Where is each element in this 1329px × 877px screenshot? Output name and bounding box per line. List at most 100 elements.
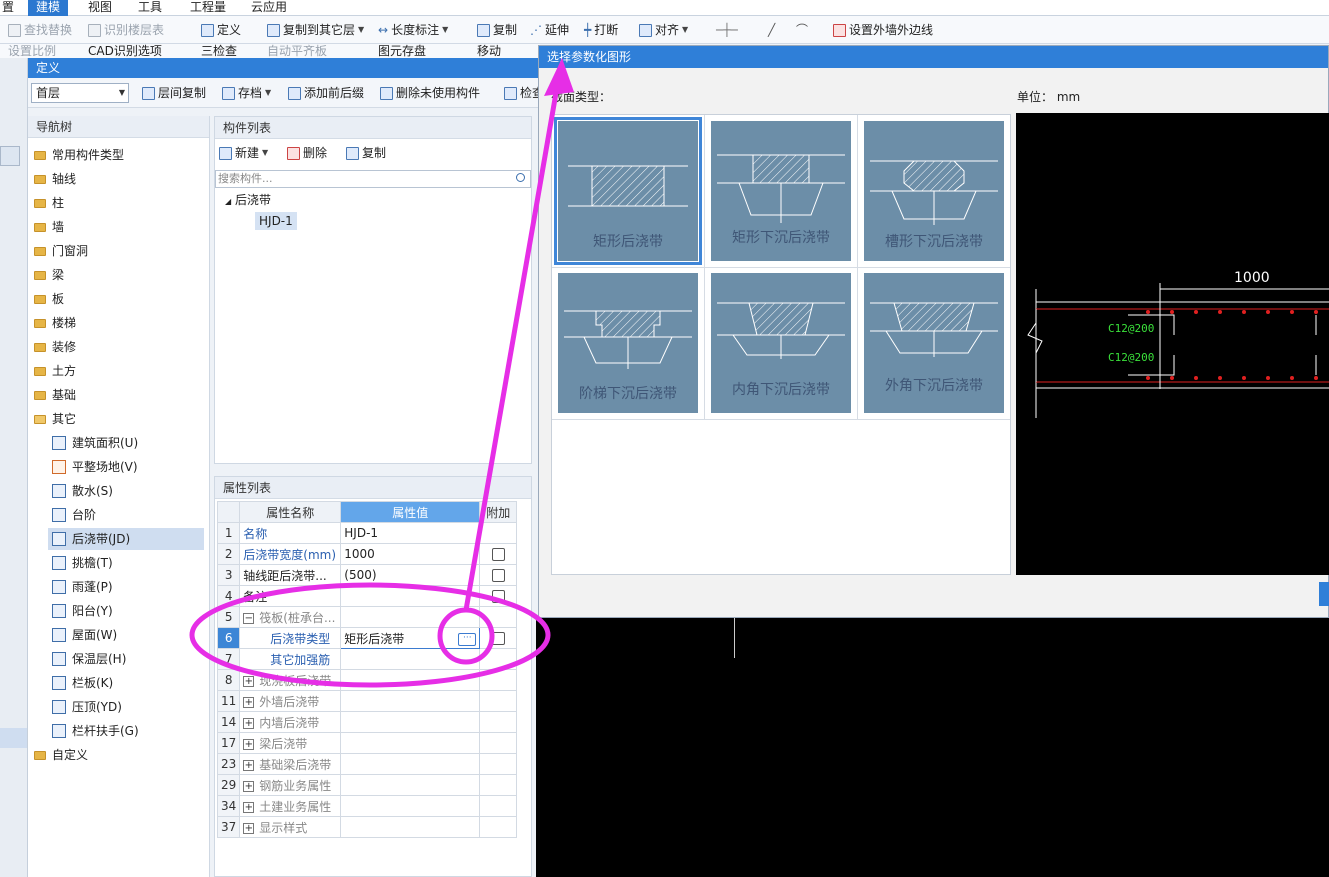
drawing-canvas[interactable]	[536, 618, 1329, 877]
menu-item-settings[interactable]: 置	[0, 0, 22, 16]
side-tab[interactable]	[0, 146, 20, 166]
table-row[interactable]: 37 + 显示样式	[216, 816, 518, 838]
table-row[interactable]: 2 后浇带宽度(mm) 1000	[216, 543, 518, 565]
nav-item-insulation[interactable]: 保温层(H)	[52, 648, 126, 670]
expand-icon[interactable]: +	[243, 822, 255, 834]
side-tab-selected[interactable]	[0, 728, 27, 748]
shape-option-step-sunk[interactable]: 阶梯下沉后浇带	[558, 273, 698, 413]
nav-folder-slab[interactable]: 板	[34, 288, 64, 310]
menu-item-quantity[interactable]: 工程量	[182, 0, 234, 16]
table-row[interactable]: 11 + 外墙后浇带	[216, 690, 518, 712]
confirm-button[interactable]	[1319, 582, 1329, 606]
align-button[interactable]: 对齐 ▼	[639, 21, 688, 39]
nav-folder-beam[interactable]: 梁	[34, 264, 64, 286]
move-button[interactable]: 移动	[477, 44, 501, 58]
copy-button[interactable]: 复制	[477, 21, 517, 39]
expand-icon[interactable]: +	[243, 780, 255, 792]
find-replace-button[interactable]: 查找替换	[8, 21, 72, 39]
nav-item-railing[interactable]: 栏杆扶手(G)	[52, 720, 139, 742]
nav-item-apron[interactable]: 散水(S)	[52, 480, 113, 502]
shape-option-rect[interactable]: 矩形后浇带	[554, 117, 702, 265]
check-button[interactable]: 三检查	[201, 44, 237, 58]
copy-to-other-floor-button[interactable]: 复制到其它层 ▼	[267, 21, 364, 39]
delete-unused-button[interactable]: 删除未使用构件	[380, 84, 480, 102]
nav-item-coping[interactable]: 压顶(YD)	[52, 696, 122, 718]
component-search-input[interactable]: 搜索构件...	[215, 170, 531, 188]
expand-icon[interactable]: +	[243, 801, 255, 813]
nav-folder-custom[interactable]: 自定义	[34, 744, 88, 766]
table-row[interactable]: 4 备注	[216, 585, 518, 607]
arc-tool-button[interactable]: ⌒	[796, 21, 808, 39]
nav-folder-other[interactable]: 其它	[34, 408, 76, 430]
save-element-button[interactable]: 图元存盘	[378, 44, 426, 58]
floor-copy-button[interactable]: 层间复制	[142, 84, 206, 102]
length-dimension-button[interactable]: ↔ 长度标注 ▼	[378, 21, 448, 39]
menu-item-cloud[interactable]: 云应用	[243, 0, 295, 16]
cad-options-button[interactable]: CAD识别选项	[88, 44, 162, 58]
recognize-floor-table-button[interactable]: 识别楼层表	[88, 21, 164, 39]
expand-icon[interactable]: +	[243, 675, 255, 687]
new-component-button[interactable]: 新建 ▼	[219, 144, 268, 162]
nav-item-building-area[interactable]: 建筑面积(U)	[52, 432, 138, 454]
add-prefix-suffix-button[interactable]: 添加前后缀	[288, 84, 364, 102]
collapse-icon[interactable]: −	[243, 612, 255, 624]
tree-group-post-pour-strip[interactable]: ◢ 后浇带	[225, 191, 271, 209]
nav-folder-stairs[interactable]: 楼梯	[34, 312, 76, 334]
nav-folder-decoration[interactable]: 装修	[34, 336, 76, 358]
value-cell[interactable]: 1000	[340, 543, 481, 565]
value-cell[interactable]: (500)	[340, 564, 481, 586]
nav-folder-column[interactable]: 柱	[34, 192, 64, 214]
point-tool-button[interactable]: ─┼─	[716, 21, 738, 39]
value-cell[interactable]	[340, 585, 481, 607]
nav-item-balcony[interactable]: 阳台(Y)	[52, 600, 113, 622]
tree-item-hjd-1[interactable]: HJD-1	[255, 212, 297, 230]
shape-option-rect-sunk[interactable]: 矩形下沉后浇带	[711, 121, 851, 261]
table-row[interactable]: 34 + 土建业务属性	[216, 795, 518, 817]
nav-folder-openings[interactable]: 门窗洞	[34, 240, 88, 262]
attach-checkbox[interactable]	[491, 632, 505, 645]
set-outer-wall-edge-button[interactable]: 设置外墙外边线	[833, 21, 933, 39]
table-row[interactable]: 5 − 筏板(桩承台...	[216, 606, 518, 628]
menu-item-tools[interactable]: 工具	[130, 0, 170, 16]
menu-item-view[interactable]: 视图	[80, 0, 120, 16]
line-tool-button[interactable]: ╱	[768, 21, 775, 39]
table-row[interactable]: 7 其它加强筋	[216, 648, 518, 670]
table-row[interactable]: 29 + 钢筋业务属性	[216, 774, 518, 796]
extend-button[interactable]: ⋰ 延伸	[530, 21, 569, 39]
table-row[interactable]: 1 名称 HJD-1	[216, 522, 518, 544]
save-archive-button[interactable]: 存档 ▼	[222, 84, 271, 102]
attach-checkbox[interactable]	[491, 590, 505, 603]
set-scale-button[interactable]: 设置比例	[8, 44, 56, 58]
post-pour-type-field[interactable]: 矩形后浇带 ···	[340, 627, 481, 649]
shape-option-groove-sunk[interactable]: 槽形下沉后浇带	[864, 121, 1004, 261]
expand-icon[interactable]: +	[243, 696, 255, 708]
break-button[interactable]: ┿ 打断	[584, 21, 618, 39]
shape-option-outer-corner-sunk[interactable]: 外角下沉后浇带	[864, 273, 1004, 413]
table-row[interactable]: 3 轴线距后浇带... (500)	[216, 564, 518, 586]
table-row[interactable]: 23 + 基础梁后浇带	[216, 753, 518, 775]
nav-item-roof[interactable]: 屋面(W)	[52, 624, 117, 646]
ellipsis-button[interactable]: ···	[458, 632, 477, 646]
table-row[interactable]: 8 + 现浇板后浇带	[216, 669, 518, 691]
value-cell[interactable]: HJD-1	[340, 522, 481, 544]
shape-option-inner-corner-sunk[interactable]: 内角下沉后浇带	[711, 273, 851, 413]
floor-select[interactable]: 首层 ▼	[31, 83, 129, 103]
nav-folder-common[interactable]: 常用构件类型	[34, 144, 124, 166]
nav-folder-axis[interactable]: 轴线	[34, 168, 76, 190]
copy-component-button[interactable]: 复制	[346, 144, 386, 162]
nav-item-canopy[interactable]: 雨蓬(P)	[52, 576, 113, 598]
nav-item-site-leveling[interactable]: 平整场地(V)	[52, 456, 138, 478]
attach-checkbox[interactable]	[491, 569, 505, 582]
menu-item-model[interactable]: 建模	[28, 0, 69, 16]
define-button[interactable]: 定义	[201, 21, 241, 39]
expand-icon[interactable]: +	[243, 759, 255, 771]
nav-item-post-pour-strip[interactable]: 后浇带(JD)	[48, 528, 204, 550]
auto-align-slab-button[interactable]: 自动平齐板	[267, 44, 327, 58]
table-row[interactable]: 17 + 梁后浇带	[216, 732, 518, 754]
nav-folder-foundation[interactable]: 基础	[34, 384, 76, 406]
expand-icon[interactable]: +	[243, 717, 255, 729]
expand-icon[interactable]: +	[243, 738, 255, 750]
table-row-selected[interactable]: 6 后浇带类型 矩形后浇带 ···	[216, 627, 518, 649]
nav-item-steps[interactable]: 台阶	[52, 504, 96, 526]
nav-folder-earthwork[interactable]: 土方	[34, 360, 76, 382]
